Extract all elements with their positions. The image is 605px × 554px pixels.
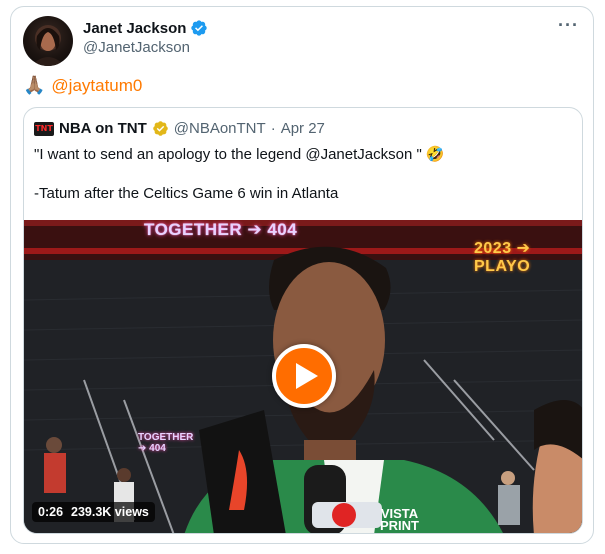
mini-banner-line1: TOGETHER xyxy=(138,432,194,443)
author-name-label[interactable]: Janet Jackson xyxy=(83,20,186,37)
quoted-tweet[interactable]: TNT NBA on TNT @NBAonTNT · Apr 27 "I wan… xyxy=(23,107,583,534)
play-button[interactable] xyxy=(272,344,336,408)
verified-badge-icon xyxy=(191,20,208,36)
nba-tnt-logo-icon[interactable]: TNT xyxy=(34,121,54,136)
author-name[interactable]: Janet Jackson xyxy=(83,19,208,37)
play-icon xyxy=(296,363,318,389)
quoted-account-handle[interactable]: @NBAonTNT xyxy=(174,120,266,137)
arena-banner-text: TOGETHER ➔ 404 xyxy=(144,220,298,239)
quoted-account-name[interactable]: NBA on TNT xyxy=(59,120,147,137)
quoted-tweet-date[interactable]: Apr 27 xyxy=(281,120,325,137)
author-avatar[interactable] xyxy=(23,16,73,66)
jersey-text: VISTA PRINT xyxy=(380,507,419,533)
arena-mini-banner: TOGETHER ➔ 404 xyxy=(138,432,193,454)
quoted-tweet-header: TNT NBA on TNT @NBAonTNT · Apr 27 xyxy=(34,120,325,137)
tweet-card[interactable]: Janet Jackson @JanetJackson ··· 🙏🏽 @jayt… xyxy=(10,6,594,544)
laughing-emoji: 🤣 xyxy=(425,146,445,163)
tnt-logo-text: TNT xyxy=(35,124,53,133)
quoted-tweet-line1-text: "I want to send an apology to the legend… xyxy=(34,145,422,163)
mention-link[interactable]: @jaytatum0 xyxy=(51,76,142,96)
praying-hands-emoji: 🙏🏽 xyxy=(23,75,46,95)
quoted-tweet-line2: -Tatum after the Celtics Game 6 win in A… xyxy=(34,185,339,202)
separator-dot: · xyxy=(270,120,276,137)
gold-verified-badge-icon xyxy=(153,121,168,136)
mini-banner-line2: ➔ 404 xyxy=(138,443,166,454)
video-duration: 0:26 xyxy=(38,505,64,519)
video-stats: 0:26 239.3K views xyxy=(32,502,155,522)
author-handle[interactable]: @JanetJackson xyxy=(83,39,190,56)
jersey-line2: PRINT xyxy=(380,518,419,533)
tweet-text: 🙏🏽 @jaytatum0 xyxy=(23,75,142,96)
video-player[interactable]: TOGETHER ➔ 404 2023 ➔ PLAYO TOGETHER ➔ 4… xyxy=(24,220,582,533)
arena-banner-right: 2023 ➔ PLAYO xyxy=(474,240,531,275)
quoted-tweet-line1: "I want to send an apology to the legend… xyxy=(34,145,445,164)
video-views: 239.3K views xyxy=(71,505,149,519)
more-options-icon[interactable]: ··· xyxy=(558,15,579,36)
